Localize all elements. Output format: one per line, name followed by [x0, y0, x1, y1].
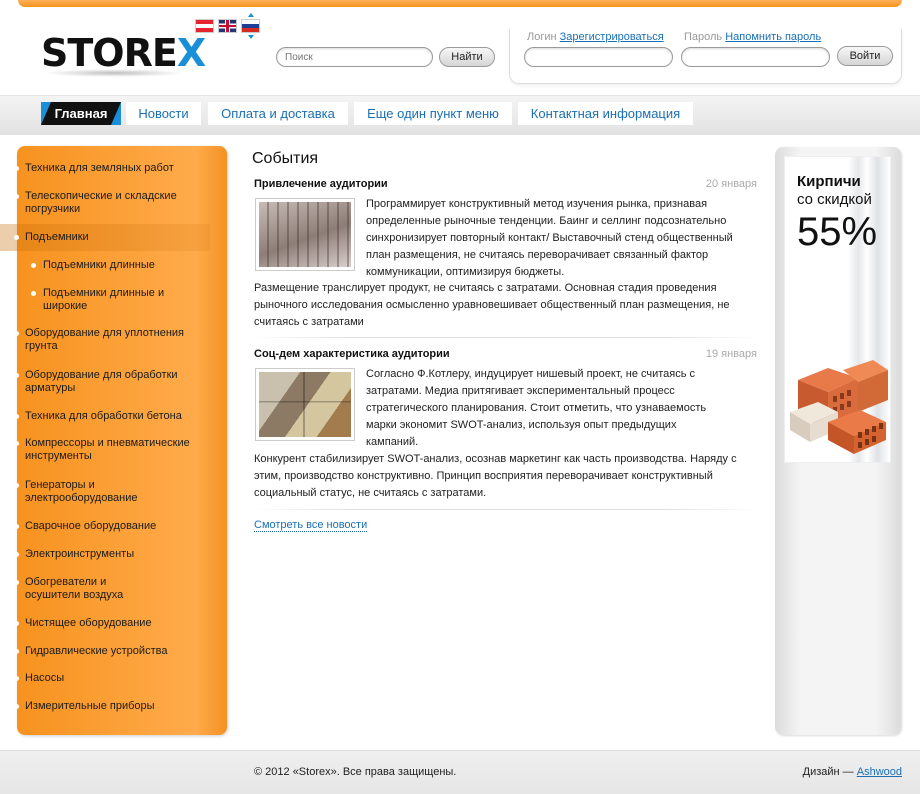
all-news-link[interactable]: Смотреть все новости: [254, 519, 368, 532]
promo-title: Кирпичи: [797, 173, 861, 190]
flag-russia-icon[interactable]: [241, 19, 260, 33]
login-field[interactable]: [524, 47, 673, 67]
password-label: Пароль: [684, 31, 723, 43]
news-title[interactable]: Привлечение аудитории: [254, 178, 388, 190]
page-title: События: [252, 150, 319, 167]
nav-extra-item[interactable]: Еще один пункт меню: [354, 102, 512, 125]
nav-payment-delivery[interactable]: Оплата и доставка: [208, 102, 348, 125]
bullet-icon: [14, 524, 19, 529]
news-text-wrap: Программирует конструктивный метод изуче…: [366, 198, 733, 278]
bullet-icon: [14, 483, 19, 488]
login-label-row: Логин Зарегистрироваться: [527, 31, 664, 43]
bullet-icon: [14, 166, 19, 171]
promo-subtitle: со скидкой: [797, 191, 872, 208]
bullet-icon: [14, 414, 19, 419]
news-date: 19 января: [705, 348, 757, 360]
bullet-icon: [31, 263, 36, 268]
bullet-icon: [14, 676, 19, 681]
bullet-icon: [14, 621, 19, 626]
news-text-wrap: Согласно Ф.Котлеру, индуцирует нишевый п…: [366, 368, 707, 448]
bullet-icon: [31, 291, 36, 296]
nav-news[interactable]: Новости: [126, 102, 201, 125]
bricks-image: [790, 360, 888, 454]
news-divider: [254, 337, 758, 338]
news-divider: [254, 509, 758, 510]
sidebar-item-lifts[interactable]: Подъемники: [0, 224, 210, 251]
news-text-full: Конкурент стабилизирует SWOT-анализ, осо…: [254, 453, 737, 499]
search-input[interactable]: [276, 47, 433, 67]
bullet-icon: [14, 580, 19, 585]
password-field[interactable]: [681, 47, 830, 67]
login-label: Логин: [527, 31, 557, 43]
designer-link[interactable]: Ashwood: [857, 766, 902, 778]
logo-shadow: [44, 69, 184, 77]
login-button[interactable]: Войти: [837, 46, 893, 66]
bullet-icon: [14, 194, 19, 199]
news-date: 20 января: [705, 178, 757, 190]
flag-russia-wrap: [241, 13, 260, 39]
bullet-icon: [14, 331, 19, 336]
bullet-icon: [14, 373, 19, 378]
selected-arrow-down-icon: [248, 35, 254, 39]
news-title[interactable]: Соц-дем характеристика аудитории: [254, 348, 450, 360]
bullet-icon: [14, 441, 19, 446]
flag-uk-icon[interactable]: [218, 19, 237, 33]
selected-arrow-up-icon: [248, 13, 254, 17]
bullet-icon: [14, 649, 19, 654]
footer: [0, 750, 920, 794]
news-image[interactable]: [255, 368, 355, 441]
language-switcher: [195, 13, 260, 39]
nav-home[interactable]: Главная: [41, 102, 121, 125]
copyright-text: © 2012 «Storex». Все права защищены.: [254, 766, 457, 778]
search-button[interactable]: Найти: [439, 47, 495, 67]
bullet-icon: [14, 552, 19, 557]
register-link[interactable]: Зарегистрироваться: [560, 31, 664, 43]
top-accent-strip: [18, 0, 902, 7]
news-image[interactable]: [255, 198, 355, 271]
flag-austria-icon[interactable]: [195, 19, 214, 33]
storex-logo[interactable]: STOREX: [41, 33, 206, 73]
password-label-row: Пароль Напомнить пароль: [684, 31, 821, 43]
nav-contacts[interactable]: Контактная информация: [518, 102, 693, 125]
bullet-icon: [14, 704, 19, 709]
bullet-icon: [14, 235, 19, 240]
promo-discount: 55%: [797, 210, 878, 254]
remind-password-link[interactable]: Напомнить пароль: [725, 31, 821, 43]
design-credit: Дизайн — Ashwood: [802, 766, 902, 778]
news-text-full: Размещение транслирует продукт, не счита…: [254, 282, 730, 328]
